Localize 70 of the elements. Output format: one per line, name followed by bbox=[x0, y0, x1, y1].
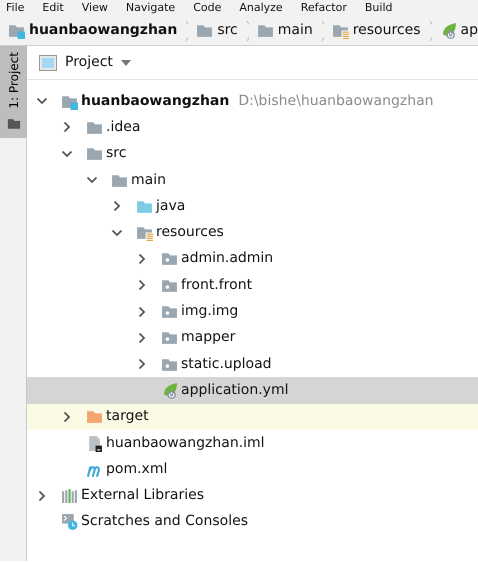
tree-row[interactable]: java bbox=[27, 193, 478, 220]
project-tool-tab[interactable]: 1: Project bbox=[0, 46, 27, 138]
tree-row[interactable]: resources bbox=[27, 219, 478, 246]
tree-row[interactable]: huanbaowangzhan.iml bbox=[27, 430, 478, 456]
tree-item-label: External Libraries bbox=[80, 486, 205, 506]
tree-item-label: static.upload bbox=[180, 354, 273, 374]
tree-item-label: mapper bbox=[180, 328, 236, 348]
tree-item-label: pom.xml bbox=[105, 460, 168, 479]
separator-icon bbox=[246, 20, 249, 42]
tree-item-label: Scratches and Consoles bbox=[80, 512, 249, 532]
menu-item[interactable]: View bbox=[82, 0, 108, 16]
package-folder-icon bbox=[161, 250, 178, 268]
tree-row[interactable]: External Libraries bbox=[27, 482, 478, 509]
folder-icon bbox=[256, 22, 274, 39]
tree-item-label: application.yml bbox=[180, 380, 290, 400]
tree-item-label: .idea bbox=[105, 118, 142, 137]
resources-folder-icon bbox=[332, 22, 349, 39]
menu-item[interactable]: Refactor bbox=[300, 0, 347, 16]
window-icon bbox=[39, 54, 57, 70]
dropdown-caret-icon[interactable] bbox=[120, 60, 131, 66]
package-folder-icon bbox=[161, 303, 178, 320]
tree-item-label: img.img bbox=[180, 302, 240, 322]
breadcrumb-item-label[interactable]: main bbox=[278, 20, 313, 41]
separator-icon bbox=[185, 20, 188, 42]
tree-item-label: resources bbox=[155, 223, 225, 242]
tree-row[interactable]: main bbox=[27, 166, 478, 194]
menu-item[interactable]: Code bbox=[193, 0, 222, 16]
module-path: D:\bishe\huanbaowangzhan bbox=[238, 92, 434, 111]
resources-folder-icon bbox=[136, 224, 153, 242]
leaf-icon bbox=[161, 382, 178, 399]
tree-row[interactable]: Scratches and Consoles bbox=[27, 508, 478, 536]
menu-item[interactable]: Edit bbox=[42, 0, 64, 16]
tree-row[interactable]: img.img bbox=[27, 298, 478, 325]
menu-item[interactable]: Build bbox=[364, 0, 392, 16]
tree-row[interactable]: static.upload bbox=[27, 350, 478, 378]
breadcrumb-item-label[interactable]: ap bbox=[460, 20, 478, 41]
separator-icon bbox=[320, 20, 324, 42]
tree-item-label: target bbox=[105, 407, 150, 426]
tree-item-label: huanbaowangzhan.iml bbox=[105, 434, 266, 452]
tree-row[interactable]: front.front bbox=[27, 272, 478, 298]
tree-row[interactable]: huanbaowangzhan D:\bishe\huanbaowangzhan bbox=[27, 88, 478, 114]
tree-row[interactable]: src bbox=[27, 140, 478, 167]
tree-row[interactable]: application.yml bbox=[27, 377, 478, 404]
tree-row[interactable]: pom.xml bbox=[27, 456, 478, 482]
breadcrumb-item-label[interactable]: resources bbox=[352, 20, 421, 41]
folder-icon bbox=[86, 408, 103, 426]
tree-row[interactable]: admin.admin bbox=[27, 246, 478, 272]
tree-item-label: front.front bbox=[180, 276, 254, 295]
menu-item[interactable]: File bbox=[6, 0, 24, 16]
tree-row[interactable]: .idea bbox=[27, 114, 478, 141]
separator-icon bbox=[428, 20, 432, 42]
breadcrumb-item-label[interactable]: src bbox=[217, 20, 238, 41]
tree-item-label: admin.admin bbox=[180, 249, 274, 268]
folder-icon bbox=[86, 145, 103, 162]
tree-item-label: src bbox=[105, 144, 128, 164]
panel-title[interactable]: Project bbox=[65, 52, 113, 73]
file-icon bbox=[86, 434, 103, 452]
tree-item-label: java bbox=[154, 196, 186, 216]
scratches-icon bbox=[61, 513, 78, 530]
tree-item-label: huanbaowangzhan bbox=[80, 92, 230, 111]
tree-row[interactable]: target bbox=[27, 404, 478, 430]
package-folder-icon bbox=[161, 329, 178, 346]
libraries-icon bbox=[61, 487, 78, 504]
menu-item[interactable]: Analyze bbox=[239, 0, 283, 16]
breadcrumb-item-label[interactable]: huanbaowangzhan bbox=[29, 20, 178, 41]
tree-item-label: main bbox=[130, 170, 167, 190]
folder-icon bbox=[196, 22, 214, 39]
tree-row[interactable]: mapper bbox=[27, 324, 478, 351]
menu-item[interactable]: Navigate bbox=[126, 0, 176, 16]
module-folder-icon bbox=[8, 22, 25, 39]
